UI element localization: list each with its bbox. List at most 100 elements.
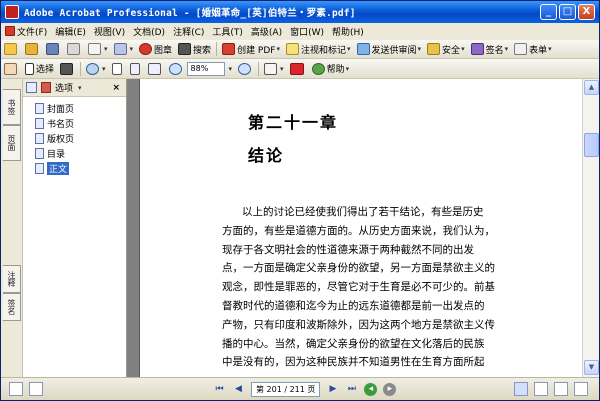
open-button[interactable] <box>1 41 22 58</box>
next-page-button[interactable]: ▶ <box>325 382 340 397</box>
page-thumbnail-icon[interactable] <box>29 382 43 396</box>
search-button[interactable]: 搜索 <box>175 41 214 58</box>
bookmark-list: 封面页 书名页 版权页 目录 正文 <box>23 97 126 176</box>
fit-page-button[interactable] <box>127 60 145 77</box>
scroll-down-button[interactable]: ▼ <box>584 360 599 375</box>
snapshot-button[interactable] <box>57 60 78 77</box>
save-button[interactable] <box>43 41 64 58</box>
panel-close-button[interactable]: × <box>112 83 120 93</box>
options-dropdown-icon[interactable]: ▾ <box>78 84 82 92</box>
zoom-input[interactable]: 88% <box>186 61 225 76</box>
forms-button[interactable]: 表单 ▾ <box>511 41 555 58</box>
print-button[interactable] <box>64 41 85 58</box>
select-tool-button[interactable]: 选择 <box>22 60 57 77</box>
main-toolbar: ▾ ▾ 图章 搜索 创建 PDF ▾ 注视和标记 ▾ 发送供审阅 ▾ 安全 ▾ 签名 ▾ … <box>1 40 599 59</box>
menu-document[interactable]: 文档(D) <box>129 25 169 38</box>
bookmark-page-icon <box>35 163 44 174</box>
new-bookmark-icon[interactable] <box>26 82 37 93</box>
chapter-heading: 第二十一章 <box>248 113 339 132</box>
folder-open-icon <box>4 43 17 55</box>
window-title: Adobe Acrobat Professional - [婚姻革命_[英]伯特… <box>24 8 356 19</box>
previous-page-button[interactable]: ◀ <box>231 382 246 397</box>
printer-icon <box>67 43 80 55</box>
rotate-view-button[interactable]: ▾ <box>261 60 287 77</box>
text-line: 观念，即性是罪恶的，尽管它对于生育是必不可少的。前基 <box>222 281 495 294</box>
section-heading: 结论 <box>248 146 285 165</box>
delete-bookmark-icon[interactable] <box>41 82 51 93</box>
comment-markup-button[interactable]: 注视和标记 ▾ <box>283 41 354 58</box>
maximize-button[interactable]: □ <box>559 4 576 20</box>
page-layout-icon[interactable] <box>9 382 23 396</box>
bookmark-item[interactable]: 书名页 <box>35 116 126 131</box>
last-page-button[interactable]: ⏭ <box>344 382 359 397</box>
tab-comments[interactable]: 注释 <box>3 265 21 293</box>
document-icon <box>5 26 15 36</box>
save-icon <box>46 43 59 55</box>
text-line: 方面的，有些是道德方面的。从历史方面来说，我们认为， <box>222 224 495 237</box>
zoom-tool-button[interactable]: ▾ <box>83 60 109 77</box>
zoom-out-button[interactable] <box>166 60 187 77</box>
document-viewport[interactable]: 第二十一章 结论 以上的讨论已经使我们得出了若干结论，有些是历史 方面的，有些是… <box>127 79 582 377</box>
toolbar-separator <box>80 61 82 76</box>
bookmark-item[interactable]: 目录 <box>35 146 126 161</box>
folder-button[interactable] <box>22 41 43 58</box>
binoculars-icon <box>178 43 192 55</box>
hand-icon <box>4 62 17 75</box>
stamp-tool-button[interactable]: ▾ <box>111 41 137 58</box>
security-button[interactable]: 安全 ▾ <box>424 41 468 58</box>
help-button[interactable]: 帮助 ▾ <box>309 60 353 77</box>
hand-tool-button[interactable] <box>1 60 22 77</box>
tab-pages[interactable]: 页面 <box>3 125 21 161</box>
camera-icon <box>60 62 74 75</box>
menu-file[interactable]: 文件(F) <box>1 25 51 38</box>
bookmarks-panel-header: 选项 ▾ × <box>23 79 126 97</box>
close-button[interactable]: X <box>578 4 595 20</box>
single-page-view-icon[interactable] <box>514 382 529 396</box>
text-line: 督教时代的道德和迄今为止的远东道德都是前一出发点的 <box>222 299 485 312</box>
menu-help[interactable]: 帮助(H) <box>328 25 368 38</box>
menu-window[interactable]: 窗口(W) <box>286 25 328 38</box>
fit-width-button[interactable] <box>145 60 166 77</box>
toolbar-separator <box>216 42 218 56</box>
text-line: 产物，只有印度和波斯除外，因为这两个地方是禁欲主义传 <box>222 318 495 331</box>
bookmark-item-selected[interactable]: 正文 <box>35 161 126 176</box>
scroll-up-button[interactable]: ▲ <box>584 80 599 95</box>
actual-size-button[interactable] <box>109 60 127 77</box>
next-view-icon[interactable]: ▸ <box>383 382 397 396</box>
facing-view-icon[interactable] <box>554 382 569 396</box>
minimize-button[interactable]: _ <box>540 4 557 20</box>
vertical-scrollbar[interactable]: ▲ ▼ <box>582 79 599 377</box>
create-pdf-button[interactable]: 创建 PDF ▾ <box>219 41 283 58</box>
bookmark-item[interactable]: 封面页 <box>35 101 126 116</box>
menu-edit[interactable]: 编辑(E) <box>51 25 90 38</box>
email-button[interactable]: ▾ <box>85 41 111 58</box>
bookmark-item[interactable]: 版权页 <box>35 131 126 146</box>
sign-button[interactable]: 签名 ▾ <box>468 41 512 58</box>
zoom-in-icon <box>238 62 252 75</box>
menu-tools[interactable]: 工具(T) <box>208 25 247 38</box>
stamp-button[interactable]: 图章 <box>136 41 175 58</box>
send-review-button[interactable]: 发送供审阅 ▾ <box>354 41 425 58</box>
continuous-view-icon[interactable] <box>534 382 549 396</box>
first-page-button[interactable]: ⏮ <box>212 382 227 397</box>
menu-view[interactable]: 视图(V) <box>90 25 129 38</box>
page-number-field[interactable]: 第 201 / 211 页 <box>251 381 321 397</box>
text-line: 现存于各文明社会的性道德来源于两种截然不同的出发 <box>222 243 474 256</box>
bookmark-page-icon <box>35 148 44 159</box>
bookmark-page-icon <box>35 103 44 114</box>
pen-icon <box>113 43 127 55</box>
tab-signatures[interactable]: 签名 <box>3 293 21 321</box>
menu-comments[interactable]: 注释(C) <box>169 25 208 38</box>
bookmark-options-menu[interactable]: 选项 <box>55 81 73 94</box>
zoom-in-button[interactable] <box>235 60 256 77</box>
yahoo-toolbar-button[interactable] <box>287 60 309 77</box>
window-controls: _ □ X <box>540 4 595 20</box>
title-bar[interactable]: Adobe Acrobat Professional - [婚姻革命_[英]伯特… <box>1 1 599 23</box>
menu-advanced[interactable]: 高级(A) <box>247 25 286 38</box>
previous-view-icon[interactable]: ◂ <box>364 382 378 396</box>
zoom-dropdown[interactable]: ▾ <box>225 60 236 77</box>
tab-bookmarks[interactable]: 书签 <box>3 89 21 125</box>
scroll-thumb[interactable] <box>584 133 599 157</box>
text-cursor-icon <box>25 62 34 75</box>
continuous-facing-view-icon[interactable] <box>574 382 589 396</box>
